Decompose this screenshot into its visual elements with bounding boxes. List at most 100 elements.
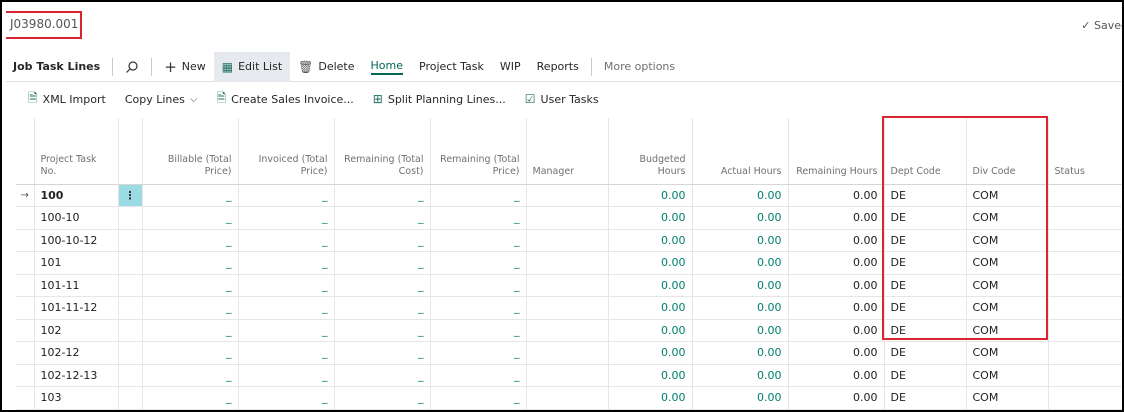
- cell-remaining-hours[interactable]: 0.00: [788, 251, 885, 275]
- ellipsis-icon[interactable]: [118, 364, 143, 387]
- col-header-budgeted-hours[interactable]: Budgeted Hours: [608, 118, 693, 185]
- col-header-status[interactable]: Status: [1048, 118, 1122, 185]
- table-row[interactable]: 101-11 _ _ _ _ 0.00 0.00 0.00 DE COM: [16, 274, 1122, 297]
- table-row[interactable]: 102 _ _ _ _ 0.00 0.00 0.00 DE COM: [16, 319, 1122, 342]
- cell-task-no[interactable]: 102: [34, 319, 119, 342]
- cell-div-code[interactable]: COM: [966, 364, 1049, 387]
- tab-project-task[interactable]: Project Task: [411, 52, 492, 82]
- cell-actual-hours[interactable]: 0.00: [692, 296, 789, 320]
- col-header-invoiced[interactable]: Invoiced (Total Price): [238, 118, 335, 185]
- ellipsis-icon[interactable]: ⋮: [118, 184, 143, 207]
- cell-budgeted-hours[interactable]: 0.00: [608, 364, 693, 387]
- ellipsis-icon[interactable]: [118, 229, 143, 252]
- cell-billable[interactable]: _: [142, 341, 239, 365]
- table-row[interactable]: 102-12-13 _ _ _ _ 0.00 0.00 0.00 DE COM: [16, 364, 1122, 387]
- cell-status[interactable]: [1048, 206, 1122, 230]
- cell-budgeted-hours[interactable]: 0.00: [608, 206, 693, 230]
- cell-budgeted-hours[interactable]: 0.00: [608, 319, 693, 342]
- cell-task-no[interactable]: 102-12-13: [34, 364, 119, 387]
- cell-remaining-price[interactable]: _: [430, 341, 527, 365]
- cell-actual-hours[interactable]: 0.00: [692, 274, 789, 297]
- cell-invoiced[interactable]: _: [238, 251, 335, 275]
- cell-actual-hours[interactable]: 0.00: [692, 364, 789, 387]
- cell-remaining-price[interactable]: _: [430, 229, 527, 252]
- cell-manager[interactable]: [526, 274, 609, 297]
- cell-actual-hours[interactable]: 0.00: [692, 206, 789, 230]
- cell-remaining-price[interactable]: _: [430, 274, 527, 297]
- table-row[interactable]: 102-12 _ _ _ _ 0.00 0.00 0.00 DE COM: [16, 341, 1122, 365]
- cell-remaining-hours[interactable]: 0.00: [788, 206, 885, 230]
- cell-invoiced[interactable]: _: [238, 319, 335, 342]
- cell-actual-hours[interactable]: 0.00: [692, 229, 789, 252]
- cell-remaining-cost[interactable]: _: [334, 184, 431, 207]
- cell-remaining-hours[interactable]: 0.00: [788, 296, 885, 320]
- cell-dept-code[interactable]: DE: [884, 341, 967, 365]
- cell-remaining-price[interactable]: _: [430, 251, 527, 275]
- cell-task-no[interactable]: 100: [34, 184, 119, 207]
- edit-list-button[interactable]: ▦ Edit List: [213, 51, 291, 82]
- cell-invoiced[interactable]: _: [238, 341, 335, 365]
- cell-status[interactable]: [1048, 364, 1122, 387]
- cell-invoiced[interactable]: _: [238, 296, 335, 320]
- cell-div-code[interactable]: COM: [966, 274, 1049, 297]
- ellipsis-icon[interactable]: [118, 274, 143, 297]
- cell-manager[interactable]: [526, 296, 609, 320]
- table-row[interactable]: 100-10 _ _ _ _ 0.00 0.00 0.00 DE COM: [16, 206, 1122, 230]
- cell-div-code[interactable]: COM: [966, 251, 1049, 275]
- cell-manager[interactable]: [526, 386, 609, 410]
- cell-budgeted-hours[interactable]: 0.00: [608, 296, 693, 320]
- cell-div-code[interactable]: COM: [966, 206, 1049, 230]
- cell-task-no[interactable]: 103: [34, 386, 119, 410]
- tab-wip[interactable]: WIP: [492, 52, 529, 82]
- cell-billable[interactable]: _: [142, 274, 239, 297]
- cell-task-no[interactable]: 100-10-12: [34, 229, 119, 252]
- cell-budgeted-hours[interactable]: 0.00: [608, 341, 693, 365]
- cell-remaining-cost[interactable]: _: [334, 251, 431, 275]
- cell-billable[interactable]: _: [142, 386, 239, 410]
- cell-div-code[interactable]: COM: [966, 386, 1049, 410]
- cell-task-no[interactable]: 101-11-12: [34, 296, 119, 320]
- cell-remaining-cost[interactable]: _: [334, 386, 431, 410]
- cell-remaining-price[interactable]: _: [430, 184, 527, 207]
- cell-remaining-hours[interactable]: 0.00: [788, 341, 885, 365]
- ellipsis-icon[interactable]: [118, 319, 143, 342]
- cell-remaining-hours[interactable]: 0.00: [788, 229, 885, 252]
- cell-task-no[interactable]: 100-10: [34, 206, 119, 230]
- cell-div-code[interactable]: COM: [966, 229, 1049, 252]
- cell-remaining-hours[interactable]: 0.00: [788, 319, 885, 342]
- col-header-task-no[interactable]: Project Task No.: [34, 118, 119, 185]
- cell-actual-hours[interactable]: 0.00: [692, 251, 789, 275]
- table-row[interactable]: 101-11-12 _ _ _ _ 0.00 0.00 0.00 DE COM: [16, 296, 1122, 320]
- table-row[interactable]: → 100 ⋮ _ _ _ _ 0.00 0.00 0.00 DE COM: [16, 184, 1122, 207]
- cell-task-no[interactable]: 101: [34, 251, 119, 275]
- cell-dept-code[interactable]: DE: [884, 386, 967, 410]
- cell-invoiced[interactable]: _: [238, 274, 335, 297]
- split-planning-lines-button[interactable]: ⊞ Split Planning Lines...: [365, 92, 517, 106]
- cell-dept-code[interactable]: DE: [884, 229, 967, 252]
- cell-dept-code[interactable]: DE: [884, 364, 967, 387]
- cell-budgeted-hours[interactable]: 0.00: [608, 274, 693, 297]
- cell-dept-code[interactable]: DE: [884, 296, 967, 320]
- col-header-dept-code[interactable]: Dept Code: [884, 118, 967, 185]
- col-header-remaining-hours[interactable]: Remaining Hours: [788, 118, 885, 185]
- cell-budgeted-hours[interactable]: 0.00: [608, 229, 693, 252]
- cell-remaining-price[interactable]: _: [430, 386, 527, 410]
- cell-status[interactable]: [1048, 229, 1122, 252]
- cell-div-code[interactable]: COM: [966, 296, 1049, 320]
- cell-remaining-cost[interactable]: _: [334, 206, 431, 230]
- cell-billable[interactable]: _: [142, 229, 239, 252]
- ellipsis-icon[interactable]: [118, 251, 143, 275]
- col-header-div-code[interactable]: Div Code: [966, 118, 1049, 185]
- ellipsis-icon[interactable]: [118, 386, 143, 410]
- cell-invoiced[interactable]: _: [238, 229, 335, 252]
- create-sales-invoice-button[interactable]: 🗎 Create Sales Invoice...: [208, 89, 364, 110]
- cell-billable[interactable]: _: [142, 251, 239, 275]
- cell-dept-code[interactable]: DE: [884, 251, 967, 275]
- cell-manager[interactable]: [526, 229, 609, 252]
- cell-remaining-hours[interactable]: 0.00: [788, 364, 885, 387]
- cell-status[interactable]: [1048, 341, 1122, 365]
- cell-remaining-price[interactable]: _: [430, 319, 527, 342]
- ellipsis-icon[interactable]: [118, 296, 143, 320]
- cell-remaining-cost[interactable]: _: [334, 274, 431, 297]
- cell-budgeted-hours[interactable]: 0.00: [608, 386, 693, 410]
